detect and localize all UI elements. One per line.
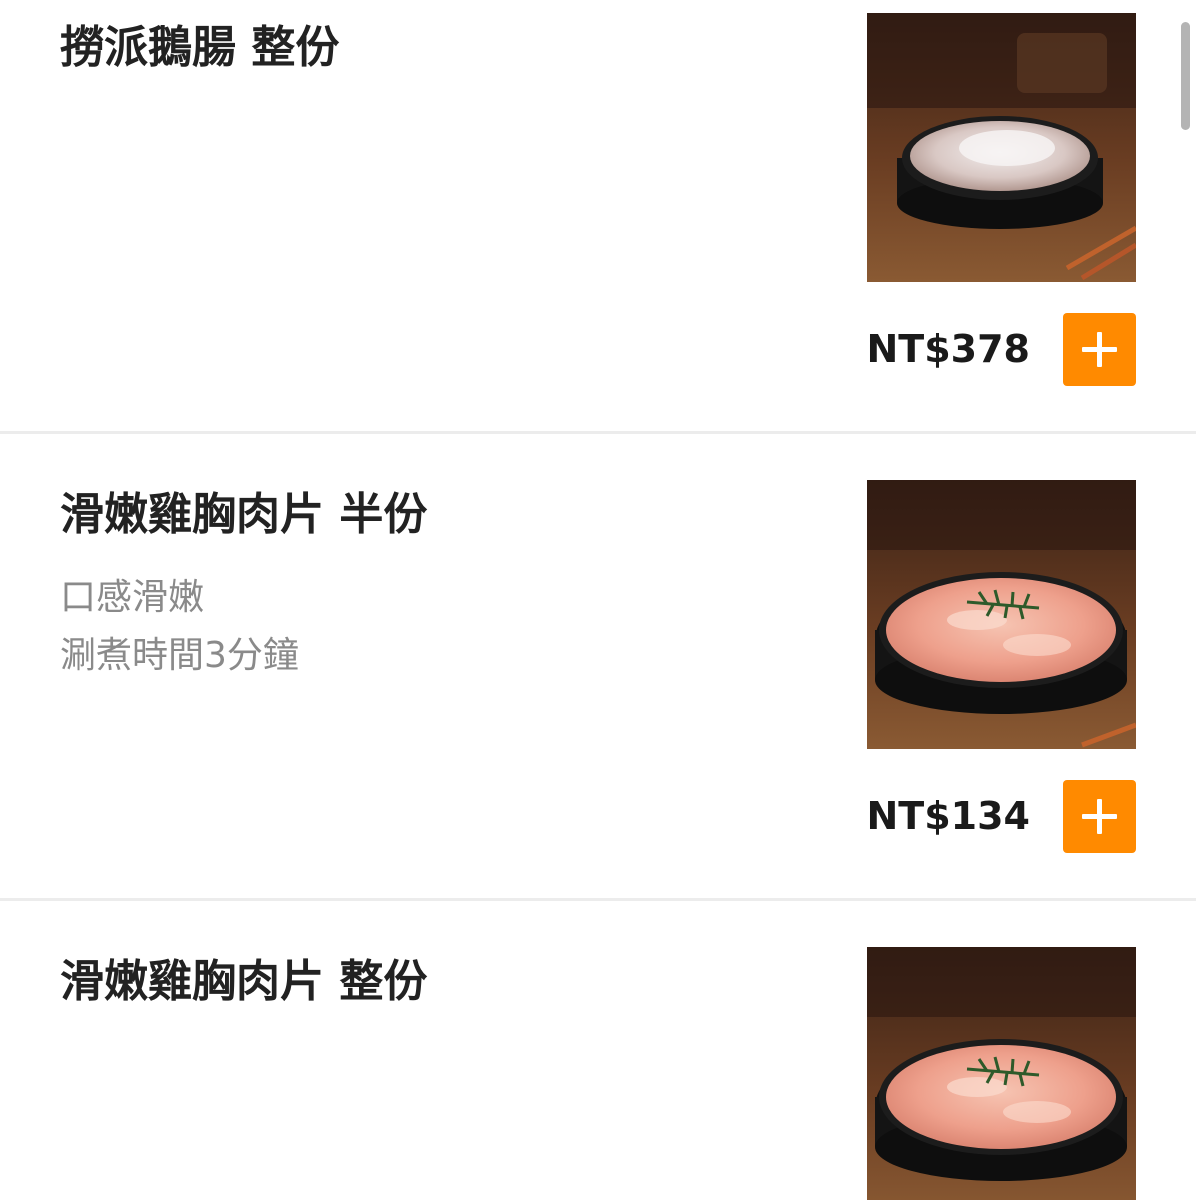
item-photo[interactable] [867, 947, 1136, 1200]
menu-item[interactable]: 滑嫩雞胸肉片 半份 口感滑嫩 涮煮時間3分鐘 NT$134 [0, 434, 1196, 898]
item-name: 撈派鵝腸 整份 [60, 22, 340, 73]
item-price: NT$378 [866, 327, 1031, 371]
scrollbar[interactable] [1181, 22, 1190, 130]
item-name: 滑嫩雞胸肉片 半份 [60, 489, 428, 540]
item-photo[interactable] [867, 13, 1136, 282]
item-price: NT$134 [866, 794, 1031, 838]
menu-item[interactable]: 撈派鵝腸 整份 NT$378 [0, 0, 1196, 432]
item-name: 滑嫩雞胸肉片 整份 [60, 956, 428, 1007]
menu-list: 撈派鵝腸 整份 NT$378 滑嫩雞胸肉片 半份 口感滑嫩 涮煮時間3分鐘 NT… [0, 0, 1200, 1200]
add-to-cart-button[interactable] [1063, 780, 1136, 853]
item-description-line: 涮煮時間3分鐘 [60, 635, 299, 676]
item-description: 口感滑嫩 涮煮時間3分鐘 [60, 569, 299, 685]
item-photo[interactable] [867, 480, 1136, 749]
add-to-cart-button[interactable] [1063, 313, 1136, 386]
menu-item[interactable]: 滑嫩雞胸肉片 整份 [0, 901, 1196, 1200]
item-description-line: 口感滑嫩 [60, 577, 205, 618]
